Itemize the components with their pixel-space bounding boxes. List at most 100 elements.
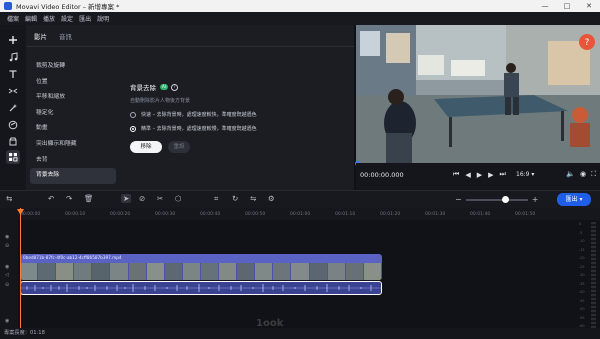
ruler-tick: 00:00:40 [200, 212, 221, 217]
radio-precise[interactable] [130, 125, 136, 132]
audio-eye-icon[interactable]: ◉ [5, 318, 9, 324]
ripple-icon[interactable]: ⊘ [139, 194, 145, 203]
zoom-out-icon[interactable]: − [455, 195, 462, 204]
clock-icon[interactable] [6, 135, 20, 149]
tab-audio[interactable]: 音訊 [59, 31, 72, 41]
next-frame-icon[interactable]: ▶ [488, 171, 493, 179]
volume-meter [591, 222, 596, 328]
filter-item-pan-zoom[interactable]: 平移和縮放 [30, 90, 116, 106]
app-logo-icon [4, 2, 12, 10]
snapshot-icon[interactable]: ◉ [580, 170, 586, 179]
tool-strip [0, 25, 26, 190]
menu-file[interactable]: 檔案 [7, 14, 19, 23]
zoom-knob[interactable] [501, 195, 509, 203]
menu-bar: 檔案 編輯 播放 設定 匯出 說明 [0, 12, 600, 25]
filter-item-position[interactable]: 位置 [30, 75, 116, 91]
option-fast-label: 快速 – 去除背景時，處理速度較快，準確度既越遜色 [141, 112, 257, 118]
menu-edit[interactable]: 編輯 [25, 14, 37, 23]
project-length: 專案長度：01:18 [4, 330, 45, 336]
filter-item-crop[interactable]: 裁剪及旋轉 [30, 59, 116, 75]
menu-help[interactable]: 說明 [97, 14, 109, 23]
playhead[interactable] [20, 208, 21, 328]
tab-divider [26, 46, 354, 47]
zoom-control: − + [455, 195, 538, 204]
time-ruler[interactable]: 00:00:00 00:00:10 00:00:20 00:00:30 00:0… [18, 208, 600, 220]
option-fast[interactable]: 快速 – 去除背景時，處理速度較快，準確度既越遜色 [130, 111, 350, 118]
track-eye-icon[interactable]: ◉ [5, 234, 9, 240]
skip-end-icon[interactable]: ⏭ [499, 170, 505, 179]
watermark-text: 1ook [256, 318, 284, 329]
close-button[interactable]: ✕ [578, 0, 600, 12]
window-controls: — □ ✕ [534, 0, 600, 12]
plus-icon[interactable] [6, 33, 20, 47]
delete-icon[interactable]: 🗑 [84, 194, 94, 203]
ai-badge: AI [160, 84, 168, 90]
undo-icon[interactable]: ↶ [48, 194, 54, 203]
title-bar: Movavi Video Editor – 新增專案 * — □ ✕ [0, 0, 600, 12]
option-precise[interactable]: 精準 – 去除背景時，處理速度較慢，準確度既越遜色 [130, 125, 350, 132]
export-arrow: ▾ [579, 196, 583, 203]
menu-playback[interactable]: 播放 [43, 14, 55, 23]
reset-button[interactable]: 重設 [168, 141, 190, 153]
minimize-button[interactable]: — [534, 0, 556, 12]
vu-label: -35 [579, 281, 585, 286]
track-lock-icon[interactable]: ⊝ [5, 243, 9, 249]
vu-label: -15 [579, 247, 585, 252]
zoom-in-icon[interactable]: + [532, 195, 539, 204]
select-tool-icon[interactable]: ➤ [121, 194, 132, 203]
menu-settings[interactable]: 設定 [61, 14, 73, 23]
video-mute-icon[interactable]: ◁ [5, 272, 9, 278]
magic-icon[interactable] [6, 101, 20, 115]
maximize-button[interactable]: □ [556, 0, 578, 12]
remove-button[interactable]: 移除 [130, 141, 162, 153]
menu-export[interactable]: 匯出 [79, 14, 91, 23]
filter-list: 裁剪及旋轉 位置 平移和縮放 穩定化 動畫 突出顯示和隱藏 去背 背景去除 [30, 59, 116, 184]
export-label: 匯出 [565, 196, 578, 203]
vu-label: 0 [579, 222, 582, 226]
vu-label: -45 [579, 298, 585, 303]
tools-icon[interactable] [6, 150, 20, 164]
rotate-icon[interactable]: ↻ [232, 194, 238, 203]
adjust-icon[interactable]: ⇋ [250, 194, 256, 203]
video-clip[interactable]: 0bed871b-87fc-4f0c-ab12-4cff86587b397.mp… [20, 254, 382, 280]
fullscreen-icon[interactable]: ⛶ [591, 170, 596, 179]
filter-item-stabilize[interactable]: 穩定化 [30, 106, 116, 122]
music-icon[interactable] [6, 50, 20, 64]
prev-frame-icon[interactable]: ◀ [465, 171, 470, 179]
transport-controls: ⏮ ◀ ▶ ▶ ⏭ [450, 170, 509, 179]
bg-removal-settings: 背景去除 AI ? 自動刪除影片人物後方背景 快速 – 去除背景時，處理速度較快… [130, 82, 350, 153]
tab-video[interactable]: 影片 [34, 31, 47, 41]
ruler-tick: 00:01:40 [470, 212, 491, 217]
sticker-icon[interactable] [6, 118, 20, 132]
volume-icon[interactable]: 🔈 [566, 170, 575, 179]
transition-icon[interactable] [6, 84, 20, 98]
clip-thumbnails [20, 263, 382, 280]
filter-item-highlight[interactable]: 突出顯示和隱藏 [30, 137, 116, 153]
filter-item-chroma-key[interactable]: 去背 [30, 153, 116, 169]
crop-icon[interactable]: ⌗ [214, 194, 218, 204]
filter-item-animation[interactable]: 動畫 [30, 121, 116, 137]
video-lock-icon[interactable]: ⊝ [5, 282, 9, 288]
properties-panel: 影片 音訊 裁剪及旋轉 位置 平移和縮放 穩定化 動畫 突出顯示和隱藏 去背 背… [26, 25, 354, 190]
aspect-ratio-select[interactable]: 16:9 ▾ [516, 171, 534, 178]
radio-fast[interactable] [130, 111, 136, 118]
filter-item-bg-removal[interactable]: 背景去除 [30, 168, 116, 184]
vu-label: -10 [579, 239, 585, 243]
redo-icon[interactable]: ↷ [66, 194, 72, 203]
skip-start-icon[interactable]: ⏮ [453, 170, 459, 179]
undo-alt-icon[interactable]: ⇆ [6, 194, 12, 203]
video-preview[interactable]: ? [356, 25, 600, 163]
export-button[interactable]: 匯出 ▾ [557, 193, 591, 206]
play-icon[interactable]: ▶ [477, 171, 482, 179]
action-buttons: 移除 重設 [130, 141, 350, 153]
marker-icon[interactable]: ⬡ [175, 194, 182, 203]
help-icon[interactable]: ? [170, 83, 178, 91]
text-icon[interactable] [6, 67, 20, 81]
scissors-icon[interactable]: ✂ [157, 194, 163, 203]
audio-clip[interactable] [20, 281, 382, 295]
audio-settings-icon[interactable]: ⚙ [268, 194, 275, 203]
section-title: 背景去除 [130, 84, 156, 92]
ruler-tick: 00:01:20 [380, 212, 401, 217]
zoom-slider[interactable] [465, 195, 528, 203]
video-eye-icon[interactable]: ◉ [5, 264, 9, 270]
